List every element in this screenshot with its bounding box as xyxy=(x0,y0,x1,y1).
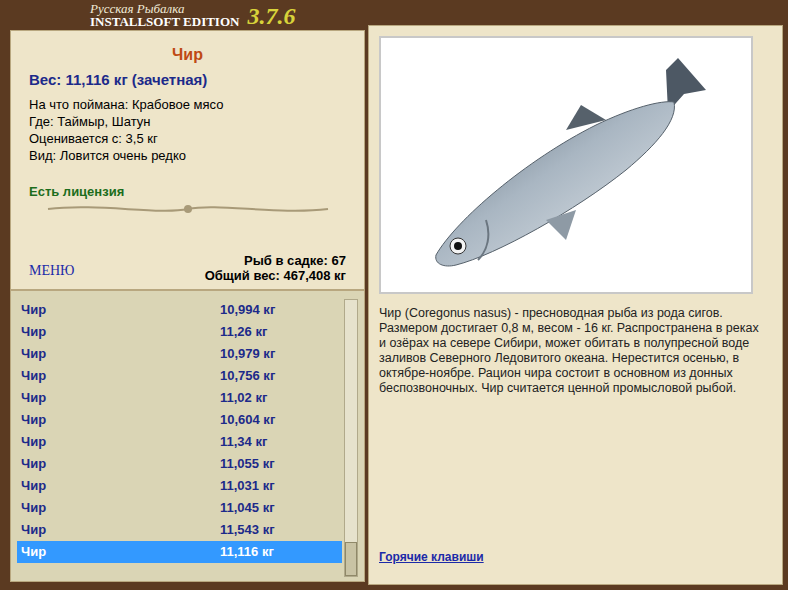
catch-name: Чир xyxy=(17,476,220,496)
catch-weight: 11,031 кг xyxy=(220,476,275,496)
detail-line: Где: Таймыр, Шатун xyxy=(29,113,346,130)
catch-row[interactable]: Чир11,02 кг xyxy=(17,387,342,409)
detail-line: На что поймана: Крабовое мясо xyxy=(29,96,346,113)
catch-row[interactable]: Чир10,756 кг xyxy=(17,365,342,387)
catch-name: Чир xyxy=(17,520,220,540)
catch-list: Чир10,994 кгЧир11,26 кгЧир10,979 кгЧир10… xyxy=(17,299,342,577)
fish-description-panel: Чир (Coregonus nasus) - пресноводная рыб… xyxy=(368,25,783,585)
catch-name: Чир xyxy=(17,322,220,342)
game-screen: Русская РыбалкаINSTALLSOFT EDITION3.7.6Ч… xyxy=(0,0,788,590)
catch-row[interactable]: Чир11,26 кг xyxy=(17,321,342,343)
logo-edition: INSTALLSOFT EDITION xyxy=(90,15,239,28)
catch-name: Чир xyxy=(17,344,220,364)
catch-weight: 11,26 кг xyxy=(220,322,267,342)
hotkeys-link[interactable]: Горячие клавиши xyxy=(379,550,484,564)
catch-weight: 11,045 кг xyxy=(220,498,275,518)
logo-title: Русская Рыбалка xyxy=(90,2,239,15)
catch-row[interactable]: Чир11,34 кг xyxy=(17,431,342,453)
scrollbar[interactable] xyxy=(344,299,358,577)
ornament-divider xyxy=(38,201,338,217)
catch-weight: 11,116 кг xyxy=(220,542,274,562)
fish-details: На что поймана: Крабовое мясоГде: Таймыр… xyxy=(29,96,346,164)
catch-row[interactable]: Чир10,994 кг xyxy=(17,299,342,321)
fish-info-panel: ЧирВес: 11,116 кг (зачетная) На что пойма… xyxy=(10,30,365,290)
license-status: Есть лицензия xyxy=(29,182,346,202)
detail-line: Вид: Ловится очень редко xyxy=(29,147,346,164)
keepnet-total: Общий вес: 467,408 кг xyxy=(205,268,346,283)
catch-weight: 10,979 кг xyxy=(220,344,275,364)
left-column: Русская РыбалкаINSTALLSOFT EDITION3.7.6Ч… xyxy=(10,0,365,590)
catch-weight: 11,543 кг xyxy=(220,520,275,540)
catch-name: Чир xyxy=(17,388,220,408)
fish-description: Чир (Coregonus nasus) - пресноводная рыб… xyxy=(379,306,772,396)
keepnet-summary: Рыб в садке: 67Общий вес: 467,408 кг xyxy=(205,253,346,283)
catch-row[interactable]: Чир11,045 кг xyxy=(17,497,342,519)
game-logo: Русская РыбалкаINSTALLSOFT EDITION 3.7.6 xyxy=(10,0,365,28)
catch-row[interactable]: Чир11,116 кг xyxy=(17,541,342,563)
catch-row[interactable]: Чир11,055 кг xyxy=(17,453,342,475)
catch-row[interactable]: Чир11,031 кг xyxy=(17,475,342,497)
catch-weight: 11,055 кг xyxy=(220,454,275,474)
catch-weight: 10,756 кг xyxy=(220,366,275,386)
catch-name: Чир xyxy=(17,432,220,452)
catch-row[interactable]: Чир11,543 кг xyxy=(17,519,342,541)
catch-weight: 11,02 кг xyxy=(220,388,267,408)
catch-weight: 10,994 кг xyxy=(220,300,275,320)
catch-name: Чир xyxy=(17,300,220,320)
scrollbar-thumb[interactable] xyxy=(345,542,357,576)
catch-list-panel: Чир10,994 кгЧир11,26 кгЧир10,979 кгЧир10… xyxy=(10,290,365,582)
fish-name: Чир xyxy=(29,43,346,67)
catch-row[interactable]: Чир10,604 кг xyxy=(17,409,342,431)
catch-row[interactable]: Чир10,979 кг xyxy=(17,343,342,365)
menu-link[interactable]: МЕНЮ xyxy=(29,260,75,281)
fish-weight: Вес: 11,116 кг (зачетная) xyxy=(29,69,346,92)
detail-line: Оценивается с: 3,5 кг xyxy=(29,130,346,147)
catch-name: Чир xyxy=(17,366,220,386)
keepnet-count: Рыб в садке: 67 xyxy=(244,253,346,268)
catch-name: Чир xyxy=(17,410,220,430)
catch-name: Чир xyxy=(17,542,220,562)
fish-photo-frame xyxy=(379,36,753,294)
fish-photo xyxy=(416,50,716,280)
catch-name: Чир xyxy=(17,454,220,474)
catch-weight: 10,604 кг xyxy=(220,410,275,430)
logo-version: 3.7.6 xyxy=(247,4,295,28)
catch-weight: 11,34 кг xyxy=(220,432,267,452)
catch-name: Чир xyxy=(17,498,220,518)
